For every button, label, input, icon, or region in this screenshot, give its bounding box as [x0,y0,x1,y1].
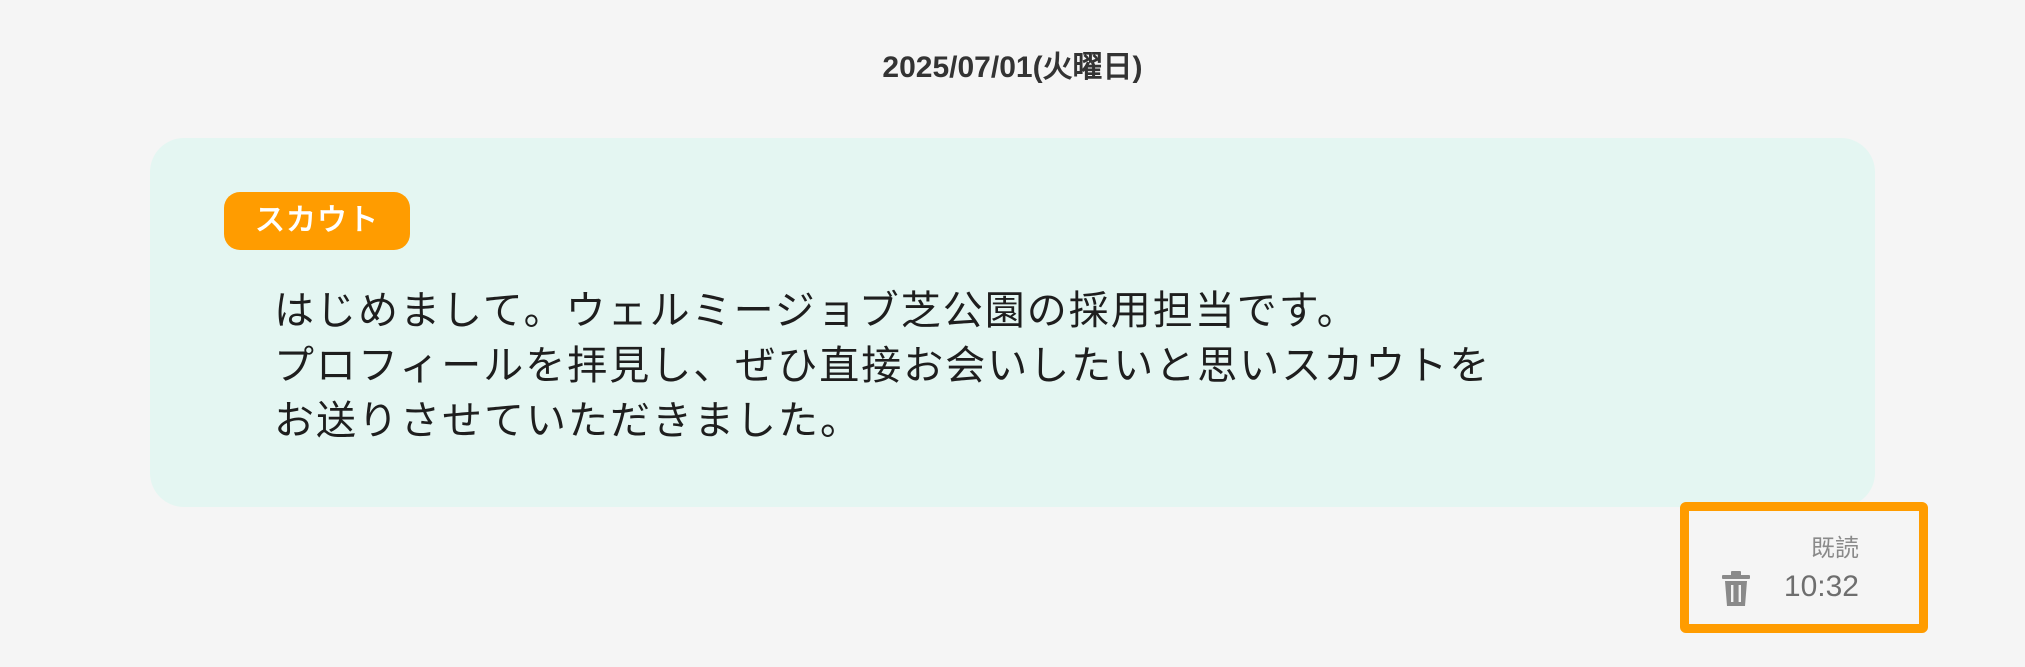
trash-icon[interactable] [1721,571,1751,607]
message-time: 10:32 [1783,570,1859,603]
message-line: プロフィールを拝見し、ぜひ直接お会いしたいと思いスカウトを [274,343,1492,389]
message-meta-highlight: 既読 10:32 [1680,502,1928,633]
message-body: はじめまして。ウェルミージョブ芝公園の採用担当です。 プロフィールを拝見し、ぜひ… [274,284,1774,449]
message-line: はじめまして。ウェルミージョブ芝公園の採用担当です。 [274,288,1359,334]
date-header: 2025/07/01(火曜日) [882,51,1143,84]
message-bubble: スカウト はじめまして。ウェルミージョブ芝公園の採用担当です。 プロフィールを拝… [150,138,1875,507]
message-line: お送りさせていただきました。 [274,398,862,444]
read-status: 既読 [1811,534,1859,562]
scout-badge: スカウト [224,192,410,250]
